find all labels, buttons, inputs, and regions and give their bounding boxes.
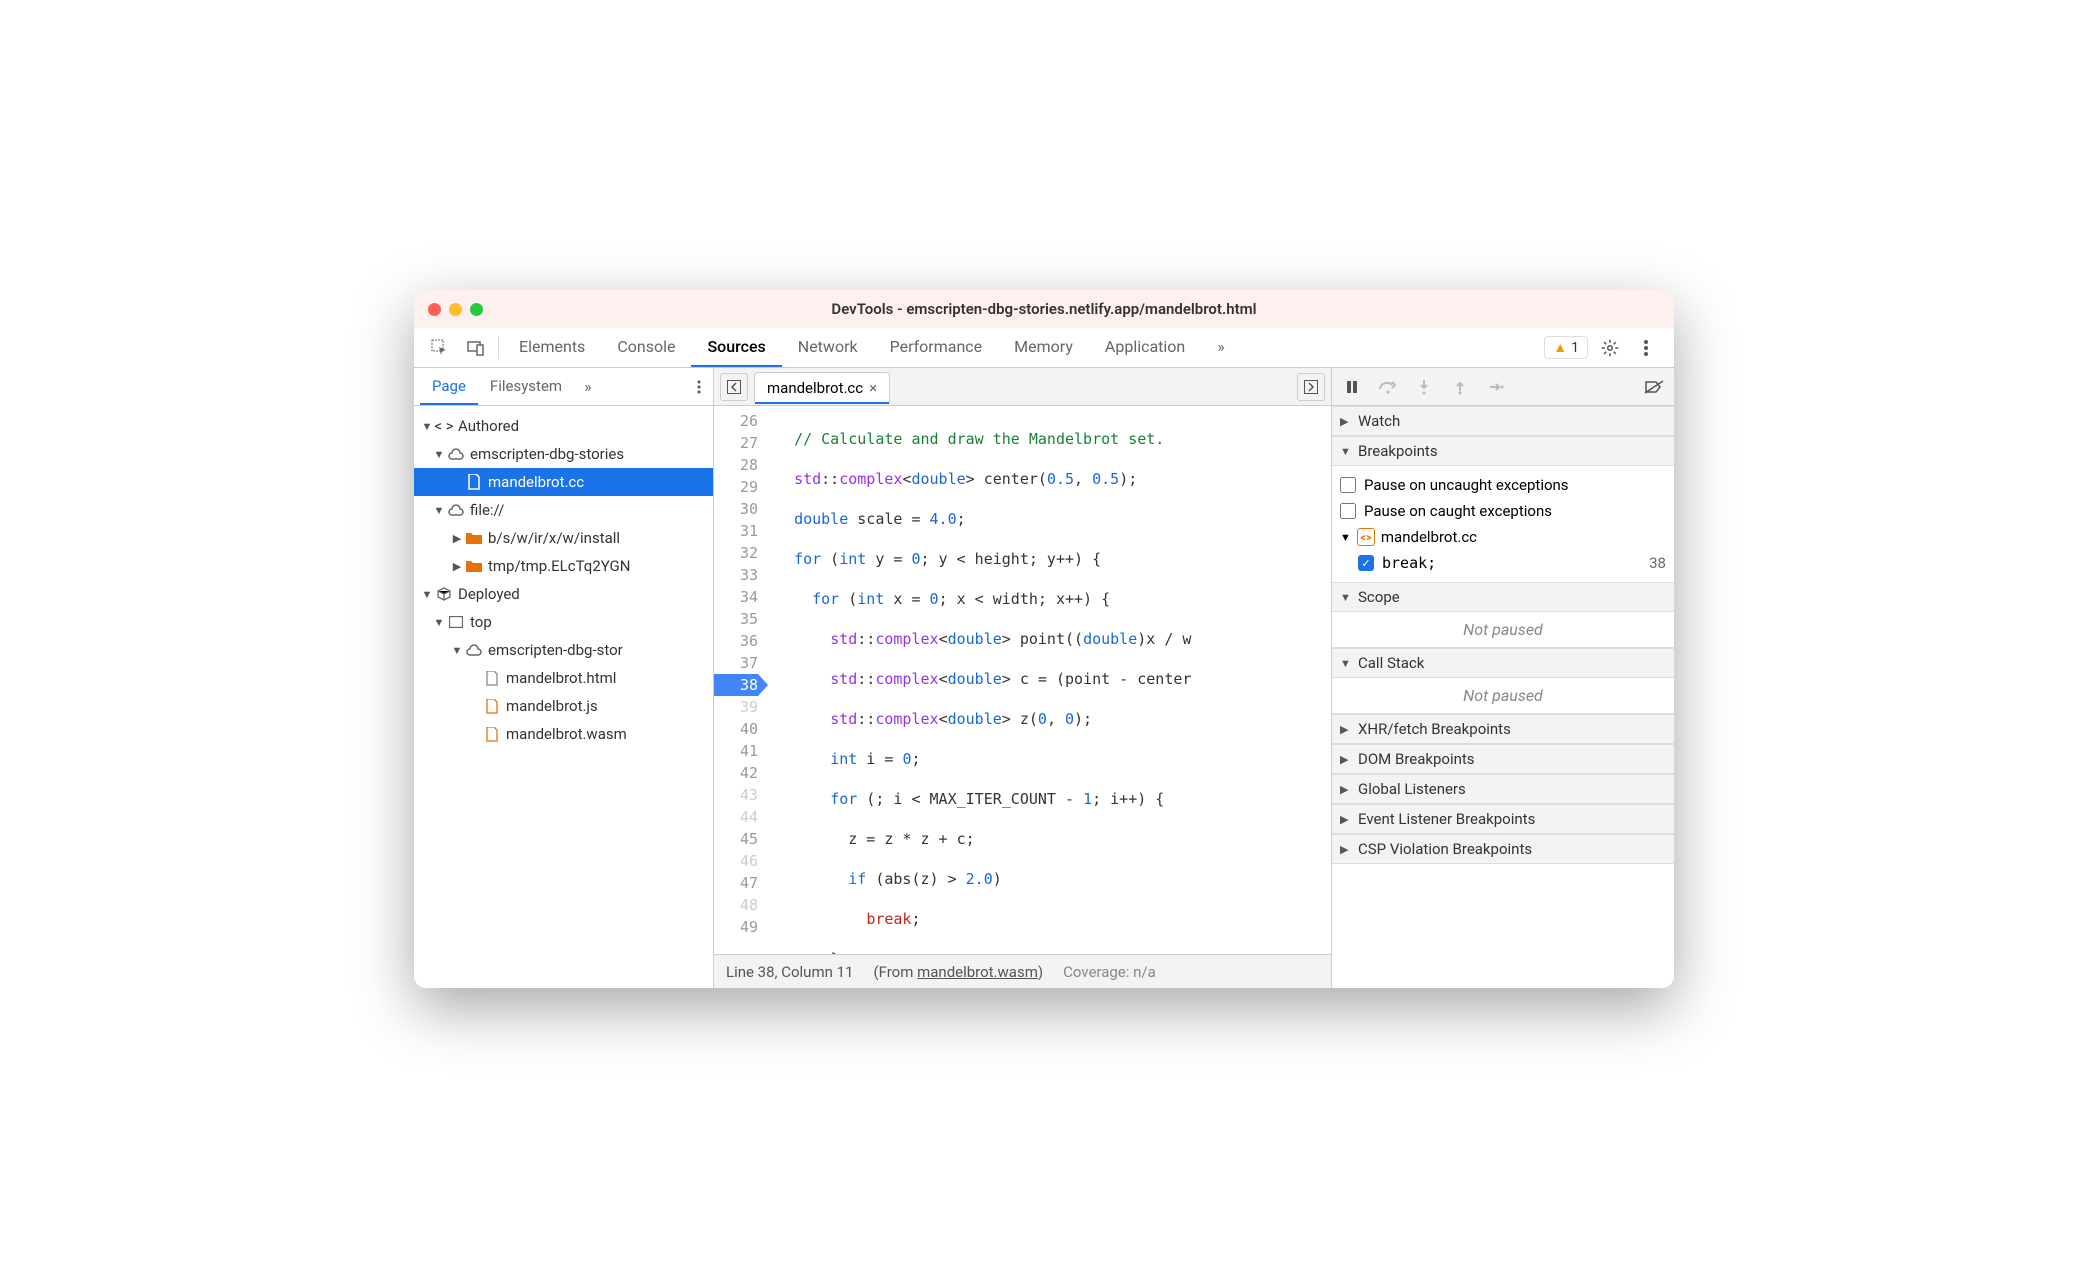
tab-elements[interactable]: Elements [503, 328, 601, 367]
step-button[interactable] [1484, 375, 1508, 399]
close-tab-icon[interactable]: × [869, 379, 877, 397]
tree-file-scheme[interactable]: ▼file:// [414, 496, 713, 524]
section-scope[interactable]: ▼Scope [1332, 582, 1674, 612]
pause-uncaught-checkbox[interactable]: Pause on uncaught exceptions [1340, 472, 1666, 498]
source-file-icon: <> [1357, 528, 1375, 546]
section-global[interactable]: ▶Global Listeners [1332, 774, 1674, 804]
section-event[interactable]: ▶Event Listener Breakpoints [1332, 804, 1674, 834]
line-gutter[interactable]: 26 27 28 29 30 31 32 33 34 35 36 37 38 3… [714, 406, 766, 954]
breakpoint-line-row[interactable]: ✓ break; 38 [1340, 550, 1666, 576]
tab-more[interactable]: » [1201, 328, 1241, 367]
tab-sources[interactable]: Sources [691, 328, 781, 367]
device-toolbar-icon[interactable] [458, 328, 494, 367]
main-tabbar: Elements Console Sources Network Perform… [414, 328, 1674, 368]
file-tab-label: mandelbrot.cc [767, 379, 863, 397]
maximize-window-button[interactable] [470, 303, 483, 316]
folder-icon [464, 532, 484, 544]
code-area[interactable]: 26 27 28 29 30 31 32 33 34 35 36 37 38 3… [714, 406, 1331, 954]
warnings-badge[interactable]: ▲ 1 [1544, 336, 1588, 359]
titlebar: DevTools - emscripten-dbg-stories.netlif… [414, 290, 1674, 328]
tree-domain-deployed[interactable]: ▼emscripten-dbg-stor [414, 636, 713, 664]
file-tree: ▼< >Authored ▼emscripten-dbg-stories man… [414, 406, 713, 754]
tree-folder-install[interactable]: ▶b/s/w/ir/x/w/install [414, 524, 713, 552]
callstack-not-paused: Not paused [1332, 678, 1674, 714]
code-brackets-icon: < > [434, 417, 454, 435]
tab-console[interactable]: Console [601, 328, 691, 367]
coverage-status: Coverage: n/a [1063, 963, 1156, 981]
file-tab-mandelbrot-cc[interactable]: mandelbrot.cc × [754, 372, 890, 403]
scope-not-paused: Not paused [1332, 612, 1674, 648]
frame-icon [446, 616, 466, 628]
breakpoint-enabled-checkbox[interactable]: ✓ [1358, 555, 1374, 571]
folder-icon [464, 560, 484, 572]
nav-tab-filesystem[interactable]: Filesystem [478, 368, 574, 405]
editor-statusbar: Line 38, Column 11 (From mandelbrot.wasm… [714, 954, 1331, 988]
nav-more-options[interactable] [691, 368, 707, 405]
file-icon [464, 474, 484, 490]
file-wasm-icon [482, 727, 502, 742]
step-out-button[interactable] [1448, 375, 1472, 399]
nav-tab-page[interactable]: Page [420, 368, 478, 405]
navigator-tabs: Page Filesystem » [414, 368, 713, 406]
content-area: Page Filesystem » ▼< >Authored ▼emscript… [414, 368, 1674, 988]
code-content[interactable]: // Calculate and draw the Mandelbrot set… [766, 406, 1331, 954]
section-csp[interactable]: ▶CSP Violation Breakpoints [1332, 834, 1674, 864]
tree-top[interactable]: ▼top [414, 608, 713, 636]
breakpoints-body: Pause on uncaught exceptions Pause on ca… [1332, 466, 1674, 582]
source-editor: mandelbrot.cc × 26 27 28 29 30 31 32 3 [714, 368, 1332, 988]
editor-tabbar: mandelbrot.cc × [714, 368, 1331, 406]
pause-button[interactable] [1340, 375, 1364, 399]
section-xhr[interactable]: ▶XHR/fetch Breakpoints [1332, 714, 1674, 744]
file-icon [482, 671, 502, 686]
toggle-debugger-button[interactable] [1297, 373, 1325, 401]
navigator-sidebar: Page Filesystem » ▼< >Authored ▼emscript… [414, 368, 714, 988]
settings-button[interactable] [1596, 334, 1624, 362]
breakpoint-file-row[interactable]: ▼<>mandelbrot.cc [1340, 524, 1666, 550]
tab-performance[interactable]: Performance [874, 328, 999, 367]
nav-tab-more[interactable]: » [578, 368, 598, 405]
more-menu-button[interactable] [1632, 334, 1660, 362]
section-breakpoints[interactable]: ▼Breakpoints [1332, 436, 1674, 466]
section-watch[interactable]: ▶Watch [1332, 406, 1674, 436]
inspect-element-icon[interactable] [422, 328, 458, 367]
cloud-icon [446, 448, 466, 460]
tree-authored[interactable]: ▼< >Authored [414, 412, 713, 440]
tab-application[interactable]: Application [1089, 328, 1201, 367]
minimize-window-button[interactable] [449, 303, 462, 316]
tree-folder-tmp[interactable]: ▶tmp/tmp.ELcTq2YGN [414, 552, 713, 580]
tree-file-wasm[interactable]: mandelbrot.wasm [414, 720, 713, 748]
devtools-window: DevTools - emscripten-dbg-stories.netlif… [414, 290, 1674, 988]
tab-network[interactable]: Network [782, 328, 874, 367]
debugger-pane: ▶Watch ▼Breakpoints Pause on uncaught ex… [1332, 368, 1674, 988]
traffic-lights [428, 303, 483, 316]
toggle-navigator-button[interactable] [720, 373, 748, 401]
tree-domain-authored[interactable]: ▼emscripten-dbg-stories [414, 440, 713, 468]
warnings-count: 1 [1571, 340, 1579, 356]
warning-icon: ▲ [1553, 339, 1567, 356]
cloud-icon [464, 644, 484, 656]
close-window-button[interactable] [428, 303, 441, 316]
tree-deployed[interactable]: ▼Deployed [414, 580, 713, 608]
breakpoint-marker: 38 [714, 674, 758, 696]
tree-file-html[interactable]: mandelbrot.html [414, 664, 713, 692]
pause-caught-checkbox[interactable]: Pause on caught exceptions [1340, 498, 1666, 524]
tab-memory[interactable]: Memory [998, 328, 1089, 367]
source-origin: (From mandelbrot.wasm) [873, 963, 1043, 981]
cloud-icon [446, 504, 466, 516]
deactivate-breakpoints-button[interactable] [1642, 375, 1666, 399]
window-title: DevTools - emscripten-dbg-stories.netlif… [831, 300, 1256, 318]
cursor-position: Line 38, Column 11 [726, 963, 853, 981]
step-over-button[interactable] [1376, 375, 1400, 399]
tree-file-mandelbrot-cc[interactable]: mandelbrot.cc [414, 468, 713, 496]
file-js-icon [482, 699, 502, 714]
step-into-button[interactable] [1412, 375, 1436, 399]
tree-file-js[interactable]: mandelbrot.js [414, 692, 713, 720]
section-callstack[interactable]: ▼Call Stack [1332, 648, 1674, 678]
section-dom[interactable]: ▶DOM Breakpoints [1332, 744, 1674, 774]
cube-icon [434, 587, 454, 601]
debugger-toolbar [1332, 368, 1674, 406]
